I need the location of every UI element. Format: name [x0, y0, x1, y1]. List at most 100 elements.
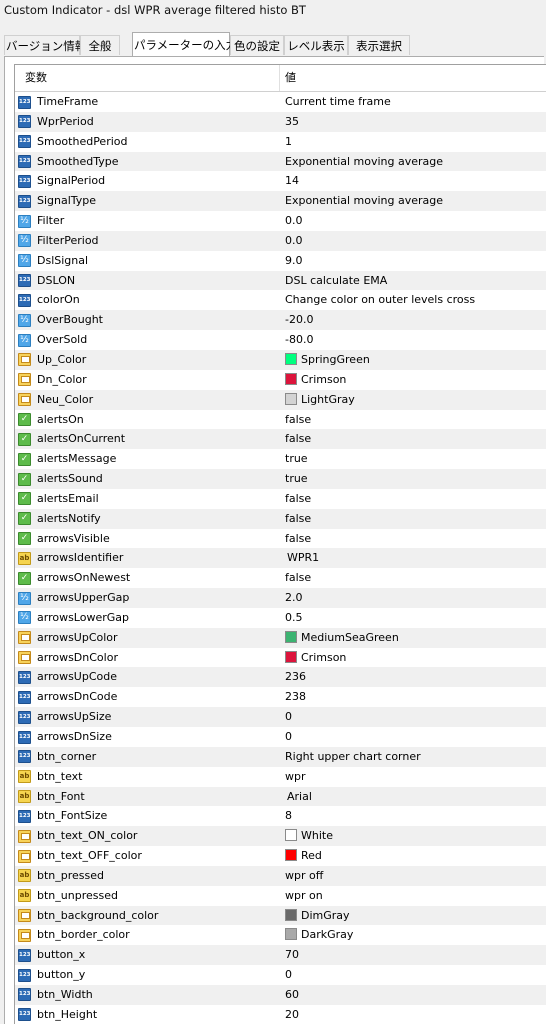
table-row[interactable]: arrowsVisible false: [15, 529, 546, 549]
parameter-value[interactable]: 70: [285, 945, 299, 965]
parameter-value[interactable]: false: [285, 489, 311, 509]
table-row[interactable]: SignalPeriod 14: [15, 171, 546, 191]
table-row[interactable]: btn_Font Arial: [15, 786, 546, 807]
table-row[interactable]: Dn_Color Crimson: [15, 370, 546, 390]
parameter-value[interactable]: -20.0: [285, 310, 313, 330]
table-row[interactable]: arrowsLowerGap 0.5: [15, 608, 546, 628]
parameter-value[interactable]: SpringGreen: [285, 350, 370, 370]
table-row[interactable]: arrowsDnSize 0: [15, 727, 546, 747]
table-row[interactable]: btn_text_OFF_color Red: [15, 846, 546, 866]
table-row[interactable]: SmoothedType Exponential moving average: [15, 151, 546, 172]
parameter-value[interactable]: 0: [285, 965, 292, 985]
parameter-value[interactable]: 60: [285, 985, 299, 1005]
table-row[interactable]: alertsMessage true: [15, 449, 546, 469]
column-divider[interactable]: [279, 65, 280, 91]
parameter-value[interactable]: Crimson: [285, 370, 346, 390]
table-row[interactable]: arrowsUpSize 0: [15, 707, 546, 727]
parameter-value[interactable]: 35: [285, 112, 299, 132]
parameter-value[interactable]: false: [285, 410, 311, 430]
table-row[interactable]: FilterPeriod 0.0: [15, 230, 546, 251]
parameter-value[interactable]: Arial: [287, 787, 312, 807]
table-row[interactable]: WprPeriod 35: [15, 111, 546, 132]
parameter-value[interactable]: true: [285, 449, 308, 469]
table-row[interactable]: arrowsOnNewest false: [15, 568, 546, 588]
parameter-value[interactable]: White: [285, 826, 333, 846]
table-row[interactable]: DSLON DSL calculate EMA: [15, 270, 546, 291]
parameter-value[interactable]: 0.0: [285, 211, 303, 231]
table-row[interactable]: SignalType Exponential moving average: [15, 191, 546, 212]
parameter-value[interactable]: 0.0: [285, 231, 303, 251]
parameter-value[interactable]: 20: [285, 1005, 299, 1024]
parameter-value[interactable]: false: [285, 529, 311, 549]
parameter-value[interactable]: 8: [285, 806, 292, 826]
parameter-value[interactable]: 1: [285, 132, 292, 152]
parameter-value[interactable]: 238: [285, 687, 306, 707]
table-row[interactable]: btn_text wpr: [15, 767, 546, 787]
parameter-value[interactable]: true: [285, 469, 308, 489]
table-row[interactable]: Up_Color SpringGreen: [15, 349, 546, 370]
parameter-value[interactable]: 2.0: [285, 588, 303, 608]
parameter-value[interactable]: DarkGray: [285, 925, 353, 945]
parameter-value[interactable]: wpr on: [285, 886, 323, 906]
table-row[interactable]: alertsOn false: [15, 410, 546, 430]
table-row[interactable]: arrowsUpCode 236: [15, 667, 546, 688]
tab-levels[interactable]: レベル表示: [284, 35, 348, 55]
parameter-value[interactable]: 14: [285, 171, 299, 191]
parameter-value[interactable]: false: [285, 429, 311, 449]
table-row[interactable]: Neu_Color LightGray: [15, 389, 546, 410]
parameter-value[interactable]: DSL calculate EMA: [285, 271, 387, 291]
table-row[interactable]: arrowsIdentifier WPR1: [15, 548, 546, 569]
table-row[interactable]: btn_corner Right upper chart corner: [15, 746, 546, 767]
parameter-value[interactable]: Crimson: [285, 648, 346, 668]
parameter-value[interactable]: Current time frame: [285, 92, 391, 112]
table-row[interactable]: btn_pressed wpr off: [15, 865, 546, 886]
parameter-value[interactable]: false: [285, 509, 311, 529]
parameter-value[interactable]: LightGray: [285, 390, 355, 410]
table-row[interactable]: btn_FontSize 8: [15, 806, 546, 826]
table-row[interactable]: OverBought -20.0: [15, 310, 546, 331]
table-row[interactable]: Filter 0.0: [15, 211, 546, 231]
table-row[interactable]: btn_unpressed wpr on: [15, 886, 546, 906]
parameter-value[interactable]: 236: [285, 667, 306, 687]
table-row[interactable]: alertsSound true: [15, 469, 546, 489]
parameter-value[interactable]: WPR1: [287, 548, 319, 568]
parameter-value[interactable]: Change color on outer levels cross: [285, 290, 475, 310]
parameter-value[interactable]: 0: [285, 707, 292, 727]
parameter-value[interactable]: -80.0: [285, 330, 313, 350]
parameter-value[interactable]: Exponential moving average: [285, 191, 443, 211]
table-row[interactable]: btn_background_color DimGray: [15, 905, 546, 926]
table-row[interactable]: alertsOnCurrent false: [15, 429, 546, 450]
parameter-value[interactable]: 9.0: [285, 251, 303, 271]
table-row[interactable]: alertsNotify false: [15, 508, 546, 529]
table-row[interactable]: arrowsDnCode 238: [15, 687, 546, 707]
tab-colors[interactable]: 色の設定: [230, 35, 284, 55]
parameter-value[interactable]: Right upper chart corner: [285, 747, 421, 767]
parameter-value[interactable]: Exponential moving average: [285, 152, 443, 172]
parameter-value[interactable]: wpr off: [285, 866, 323, 886]
table-row[interactable]: btn_Height 20: [15, 1005, 546, 1024]
table-row[interactable]: btn_text_ON_color White: [15, 826, 546, 847]
table-row[interactable]: arrowsUpColor MediumSeaGreen: [15, 627, 546, 648]
table-row[interactable]: TimeFrame Current time frame: [15, 92, 546, 112]
parameter-value[interactable]: DimGray: [285, 906, 350, 926]
parameter-value[interactable]: 0.5: [285, 608, 303, 628]
parameter-value[interactable]: 0: [285, 727, 292, 747]
tab-visualization[interactable]: 表示選択: [348, 35, 410, 55]
tab-version-info[interactable]: バージョン情報: [4, 35, 86, 55]
table-row[interactable]: arrowsUpperGap 2.0: [15, 588, 546, 608]
column-header-value[interactable]: 値: [285, 65, 296, 91]
table-row[interactable]: SmoothedPeriod 1: [15, 132, 546, 152]
table-row[interactable]: DslSignal 9.0: [15, 251, 546, 271]
table-row[interactable]: btn_border_color DarkGray: [15, 925, 546, 945]
parameter-value[interactable]: Red: [285, 846, 322, 866]
table-row[interactable]: button_x 70: [15, 945, 546, 966]
table-row[interactable]: btn_Width 60: [15, 984, 546, 1005]
table-row[interactable]: colorOn Change color on outer levels cros…: [15, 290, 546, 310]
table-row[interactable]: arrowsDnColor Crimson: [15, 648, 546, 668]
parameter-value[interactable]: MediumSeaGreen: [285, 628, 399, 648]
tab-general[interactable]: 全般: [80, 35, 120, 55]
table-row[interactable]: button_y 0: [15, 965, 546, 985]
table-row[interactable]: alertsEmail false: [15, 489, 546, 509]
column-header-variable[interactable]: 変数: [25, 65, 47, 91]
parameter-value[interactable]: false: [285, 568, 311, 588]
